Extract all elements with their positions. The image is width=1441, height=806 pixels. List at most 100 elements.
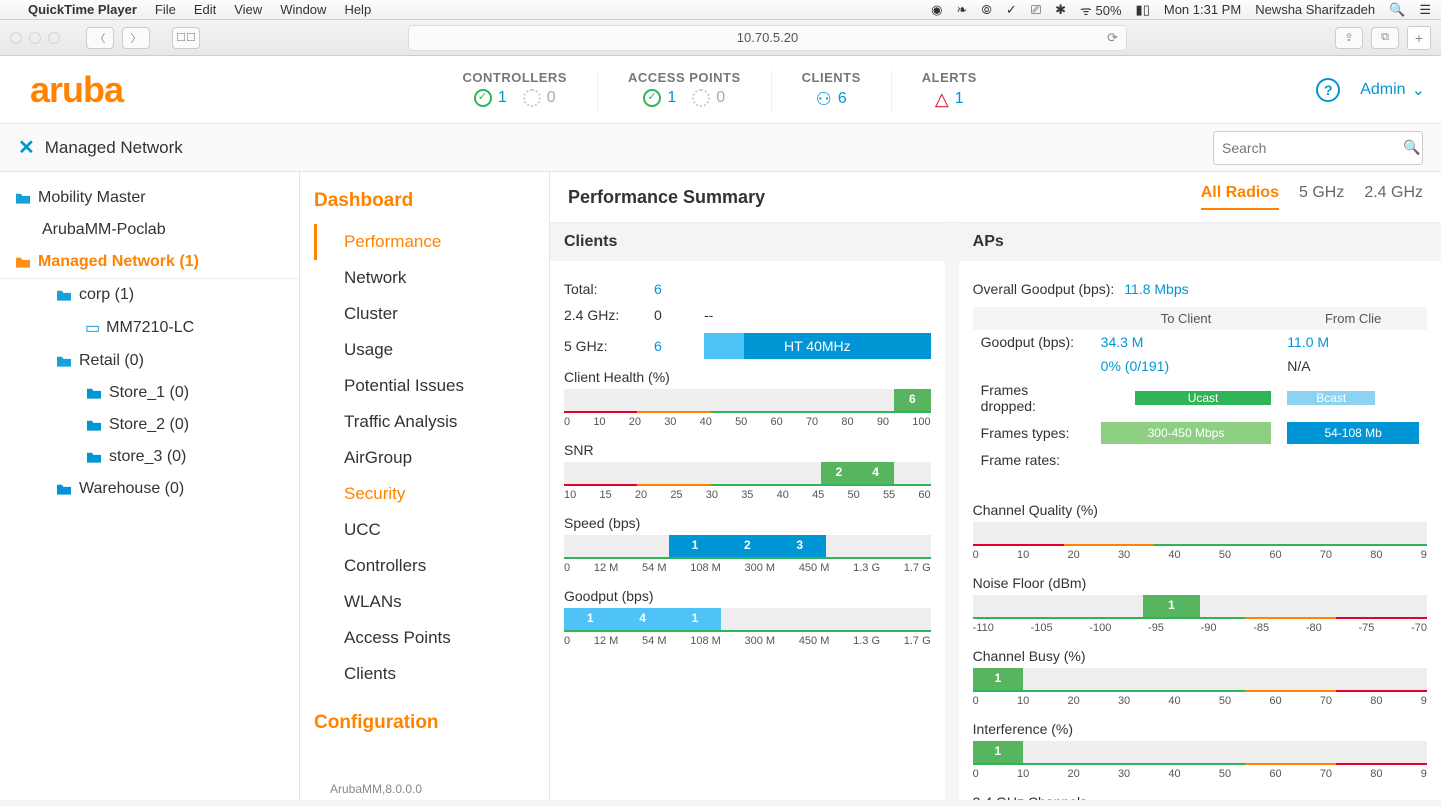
nav-menu: Dashboard PerformanceNetworkClusterUsage…: [300, 172, 550, 800]
nav-item[interactable]: Controllers: [314, 548, 549, 584]
tree-item[interactable]: Store_2 (0): [0, 409, 299, 441]
spotlight-icon[interactable]: 🔍: [1389, 2, 1405, 18]
total-clients[interactable]: 6: [654, 281, 684, 297]
wifi-label: ᯤ 50%: [1080, 1, 1122, 19]
frame-types-from-bar[interactable]: 54-108 Mb: [1287, 422, 1419, 444]
menu-help[interactable]: Help: [344, 2, 371, 17]
tree-label: ArubaMM-Poclab: [42, 221, 166, 239]
status-icon: ⦾: [981, 2, 991, 18]
histogram-chart[interactable]: Channel Quality (%)010203040506070809: [973, 502, 1427, 561]
tree-label: corp (1): [79, 286, 134, 304]
nav-item[interactable]: Usage: [314, 332, 549, 368]
radio-tab[interactable]: 2.4 GHz: [1364, 184, 1423, 210]
tree-item[interactable]: Managed Network (1): [0, 246, 299, 279]
nav-item[interactable]: Potential Issues: [314, 368, 549, 404]
tree-label: Managed Network (1): [38, 253, 199, 271]
histogram-chart[interactable]: Goodput (bps)141012 M54 M108 M300 M450 M…: [564, 588, 931, 647]
histogram-chart[interactable]: Speed (bps)123012 M54 M108 M300 M450 M1.…: [564, 515, 931, 574]
url-text: 10.70.5.20: [737, 30, 798, 45]
new-tab-button[interactable]: +: [1407, 26, 1431, 50]
tree-item[interactable]: Mobility Master: [0, 182, 299, 214]
close-icon[interactable]: ✕: [18, 135, 35, 160]
ht-bar[interactable]: HT 40MHz: [704, 333, 931, 359]
nav-item[interactable]: Clients: [314, 656, 549, 692]
nav-item[interactable]: Security: [314, 476, 549, 512]
search-icon[interactable]: 🔍: [1403, 139, 1420, 156]
folder-open-icon: [14, 191, 32, 205]
histogram-chart[interactable]: Channel Busy (%)1010203040506070809: [973, 648, 1427, 707]
radio-tabs: All Radios 5 GHz 2.4 GHz: [1201, 184, 1423, 210]
clock[interactable]: Mon 1:31 PM: [1164, 2, 1241, 17]
frames-dropped-from-bar[interactable]: Bcast: [1287, 387, 1419, 409]
browser-toolbar: 〈 〉 ☐☐ 10.70.5.20 ⟳ ⇪ ⧉ +: [0, 20, 1441, 56]
chart-title: Interference (%): [973, 721, 1427, 737]
radio-tab[interactable]: All Radios: [1201, 184, 1279, 210]
share-button[interactable]: ⇪: [1335, 27, 1363, 49]
admin-menu[interactable]: Admin⌄: [1360, 80, 1425, 100]
nav-item[interactable]: Network: [314, 260, 549, 296]
nav-item[interactable]: Access Points: [314, 620, 549, 656]
nav-section-dashboard[interactable]: Dashboard: [314, 190, 549, 212]
tree-item[interactable]: Retail (0): [0, 345, 299, 377]
histogram-chart[interactable]: Client Health (%)60102030405060708090100: [564, 369, 931, 428]
url-bar[interactable]: 10.70.5.20 ⟳: [408, 25, 1127, 51]
check-icon: [474, 89, 492, 107]
tree-item[interactable]: ▭MM7210-LC: [0, 311, 299, 345]
stat-aps[interactable]: ACCESS POINTS 1 0: [597, 70, 771, 110]
search-box[interactable]: 🔍: [1213, 131, 1423, 165]
tree-item[interactable]: ArubaMM-Poclab: [0, 214, 299, 246]
nav-item[interactable]: AirGroup: [314, 440, 549, 476]
tree-label: Warehouse (0): [79, 480, 184, 498]
reload-icon[interactable]: ⟳: [1107, 30, 1118, 46]
check-icon: [643, 89, 661, 107]
histogram-chart[interactable]: Noise Floor (dBm)1-110-105-100-95-90-85-…: [973, 575, 1427, 634]
tabs-button[interactable]: ⧉: [1371, 27, 1399, 49]
help-icon[interactable]: ?: [1316, 78, 1340, 102]
nav-item[interactable]: Cluster: [314, 296, 549, 332]
page-title: Performance Summary: [568, 187, 765, 208]
frame-types-to-bar[interactable]: 300-450 Mbps: [1101, 422, 1272, 444]
tree-item[interactable]: Store_1 (0): [0, 377, 299, 409]
overall-goodput[interactable]: 11.8 Mbps: [1124, 281, 1188, 297]
histogram-chart[interactable]: Interference (%)1010203040506070809: [973, 721, 1427, 780]
search-input[interactable]: [1222, 140, 1403, 156]
radio-tab[interactable]: 5 GHz: [1299, 184, 1344, 210]
tree-item[interactable]: Warehouse (0): [0, 473, 299, 505]
menu-window[interactable]: Window: [280, 2, 326, 17]
nav-item[interactable]: UCC: [314, 512, 549, 548]
back-button[interactable]: 〈: [86, 27, 114, 49]
breadcrumb[interactable]: Managed Network: [45, 138, 183, 158]
folder-icon: [85, 450, 103, 464]
stat-controllers[interactable]: CONTROLLERS 1 0: [433, 70, 597, 110]
forward-button[interactable]: 〉: [122, 27, 150, 49]
frames-dropped-to-bar[interactable]: Ucast: [1101, 387, 1272, 409]
traffic-lights[interactable]: [10, 32, 60, 44]
chart-title: Goodput (bps): [564, 588, 931, 604]
menu-edit[interactable]: Edit: [194, 2, 216, 17]
tree-item[interactable]: corp (1): [0, 279, 299, 311]
nav-item[interactable]: Performance: [314, 224, 549, 260]
tree-item[interactable]: store_3 (0): [0, 441, 299, 473]
app-name[interactable]: QuickTime Player: [28, 2, 137, 17]
menu-file[interactable]: File: [155, 2, 176, 17]
tree-label: Store_2 (0): [109, 416, 189, 434]
chart-title: Noise Floor (dBm): [973, 575, 1427, 591]
status-icon: ❧: [957, 2, 968, 18]
sidebar-button[interactable]: ☐☐: [172, 27, 200, 49]
stat-clients[interactable]: CLIENTS ⚇6: [771, 70, 891, 110]
user-name[interactable]: Newsha Sharifzadeh: [1255, 2, 1375, 17]
folder-icon: [85, 386, 103, 400]
nav-item[interactable]: Traffic Analysis: [314, 404, 549, 440]
folder-icon: [85, 418, 103, 432]
alert-icon: △: [935, 89, 949, 110]
chart-title: 2.4 GHz Channels: [973, 794, 1427, 800]
chart-title: Client Health (%): [564, 369, 931, 385]
menu-view[interactable]: View: [234, 2, 262, 17]
chevron-down-icon: ⌄: [1412, 80, 1425, 100]
nav-section-configuration[interactable]: Configuration: [314, 712, 549, 734]
folder-open-icon: [14, 255, 32, 269]
stat-alerts[interactable]: ALERTS △1: [891, 70, 1007, 110]
histogram-chart[interactable]: SNR241015202530354045505560: [564, 442, 931, 501]
menu-icon[interactable]: ☰: [1419, 2, 1431, 18]
nav-item[interactable]: WLANs: [314, 584, 549, 620]
